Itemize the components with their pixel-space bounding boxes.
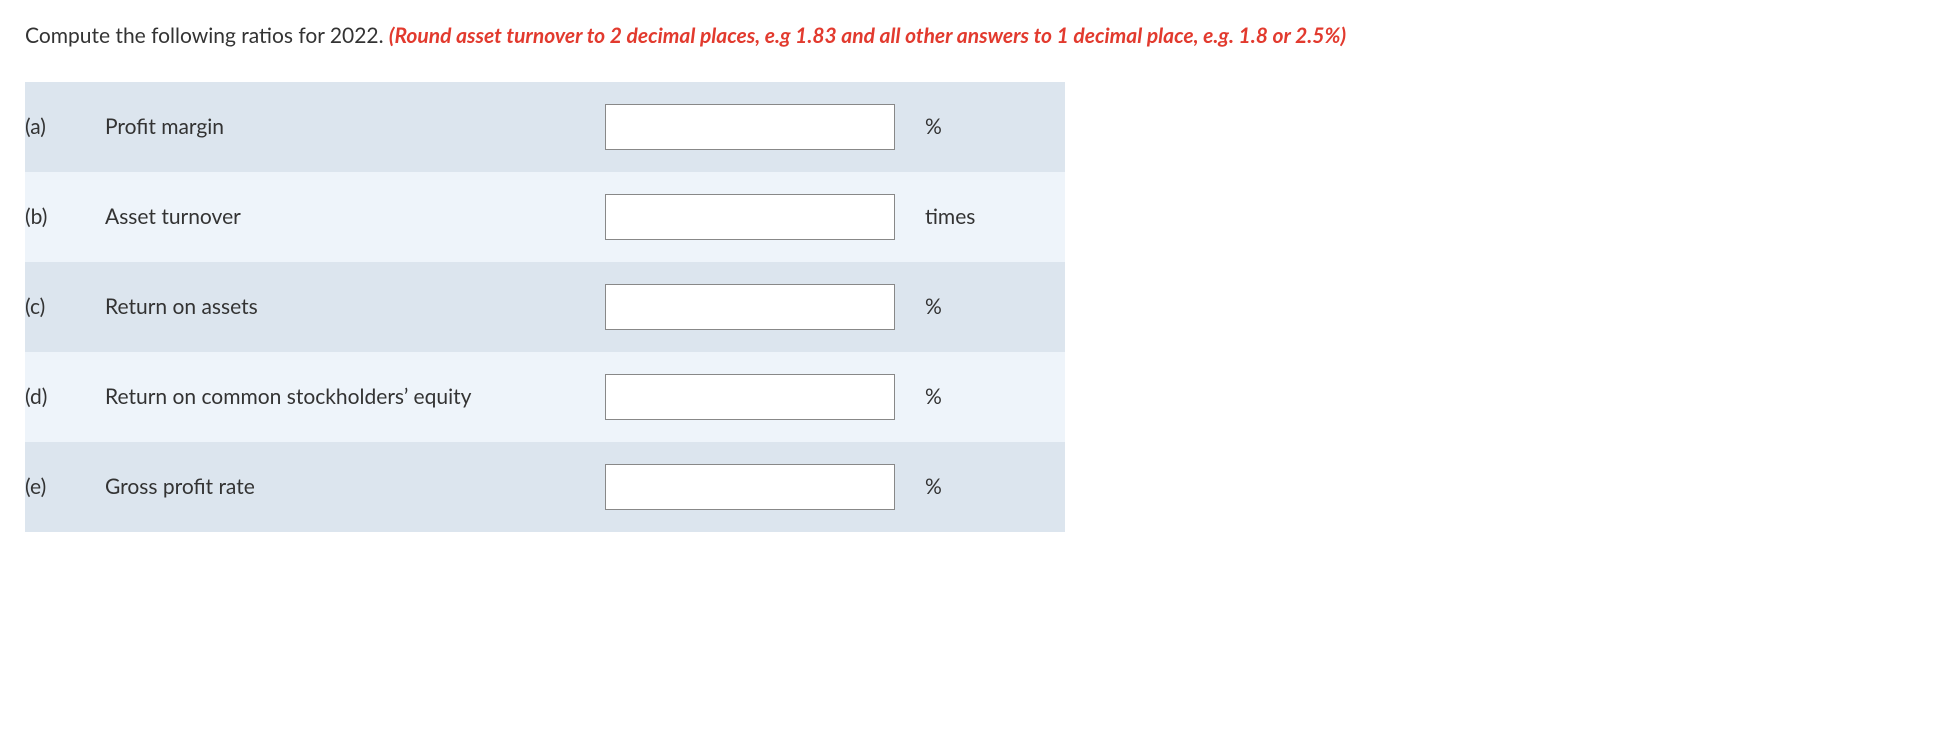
table-row: (d) Return on common stockholders’ equit… [25, 352, 1065, 442]
ratio-table: (a) Profit margin % (b) Asset turnover t… [25, 82, 1065, 532]
return-on-assets-input[interactable] [605, 284, 895, 330]
row-unit: % [925, 82, 1065, 172]
row-name: Return on assets [105, 262, 605, 352]
instruction-black: Compute the following ratios for 2022. [25, 23, 389, 48]
table-row: (a) Profit margin % [25, 82, 1065, 172]
table-row: (c) Return on assets % [25, 262, 1065, 352]
row-unit: % [925, 352, 1065, 442]
row-name: Profit margin [105, 82, 605, 172]
row-name: Return on common stockholders’ equity [105, 352, 605, 442]
row-input-cell [605, 352, 925, 442]
instruction-red: (Round asset turnover to 2 decimal place… [389, 23, 1346, 48]
return-on-equity-input[interactable] [605, 374, 895, 420]
row-input-cell [605, 442, 925, 532]
row-label: (e) [25, 442, 105, 532]
gross-profit-rate-input[interactable] [605, 464, 895, 510]
row-input-cell [605, 172, 925, 262]
row-label: (a) [25, 82, 105, 172]
profit-margin-input[interactable] [605, 104, 895, 150]
row-unit: times [925, 172, 1065, 262]
row-label: (d) [25, 352, 105, 442]
asset-turnover-input[interactable] [605, 194, 895, 240]
row-unit: % [925, 262, 1065, 352]
instruction-text: Compute the following ratios for 2022. (… [25, 20, 1928, 52]
row-input-cell [605, 262, 925, 352]
row-label: (b) [25, 172, 105, 262]
row-input-cell [605, 82, 925, 172]
row-name: Gross profit rate [105, 442, 605, 532]
table-row: (b) Asset turnover times [25, 172, 1065, 262]
row-name: Asset turnover [105, 172, 605, 262]
row-unit: % [925, 442, 1065, 532]
row-label: (c) [25, 262, 105, 352]
table-row: (e) Gross profit rate % [25, 442, 1065, 532]
